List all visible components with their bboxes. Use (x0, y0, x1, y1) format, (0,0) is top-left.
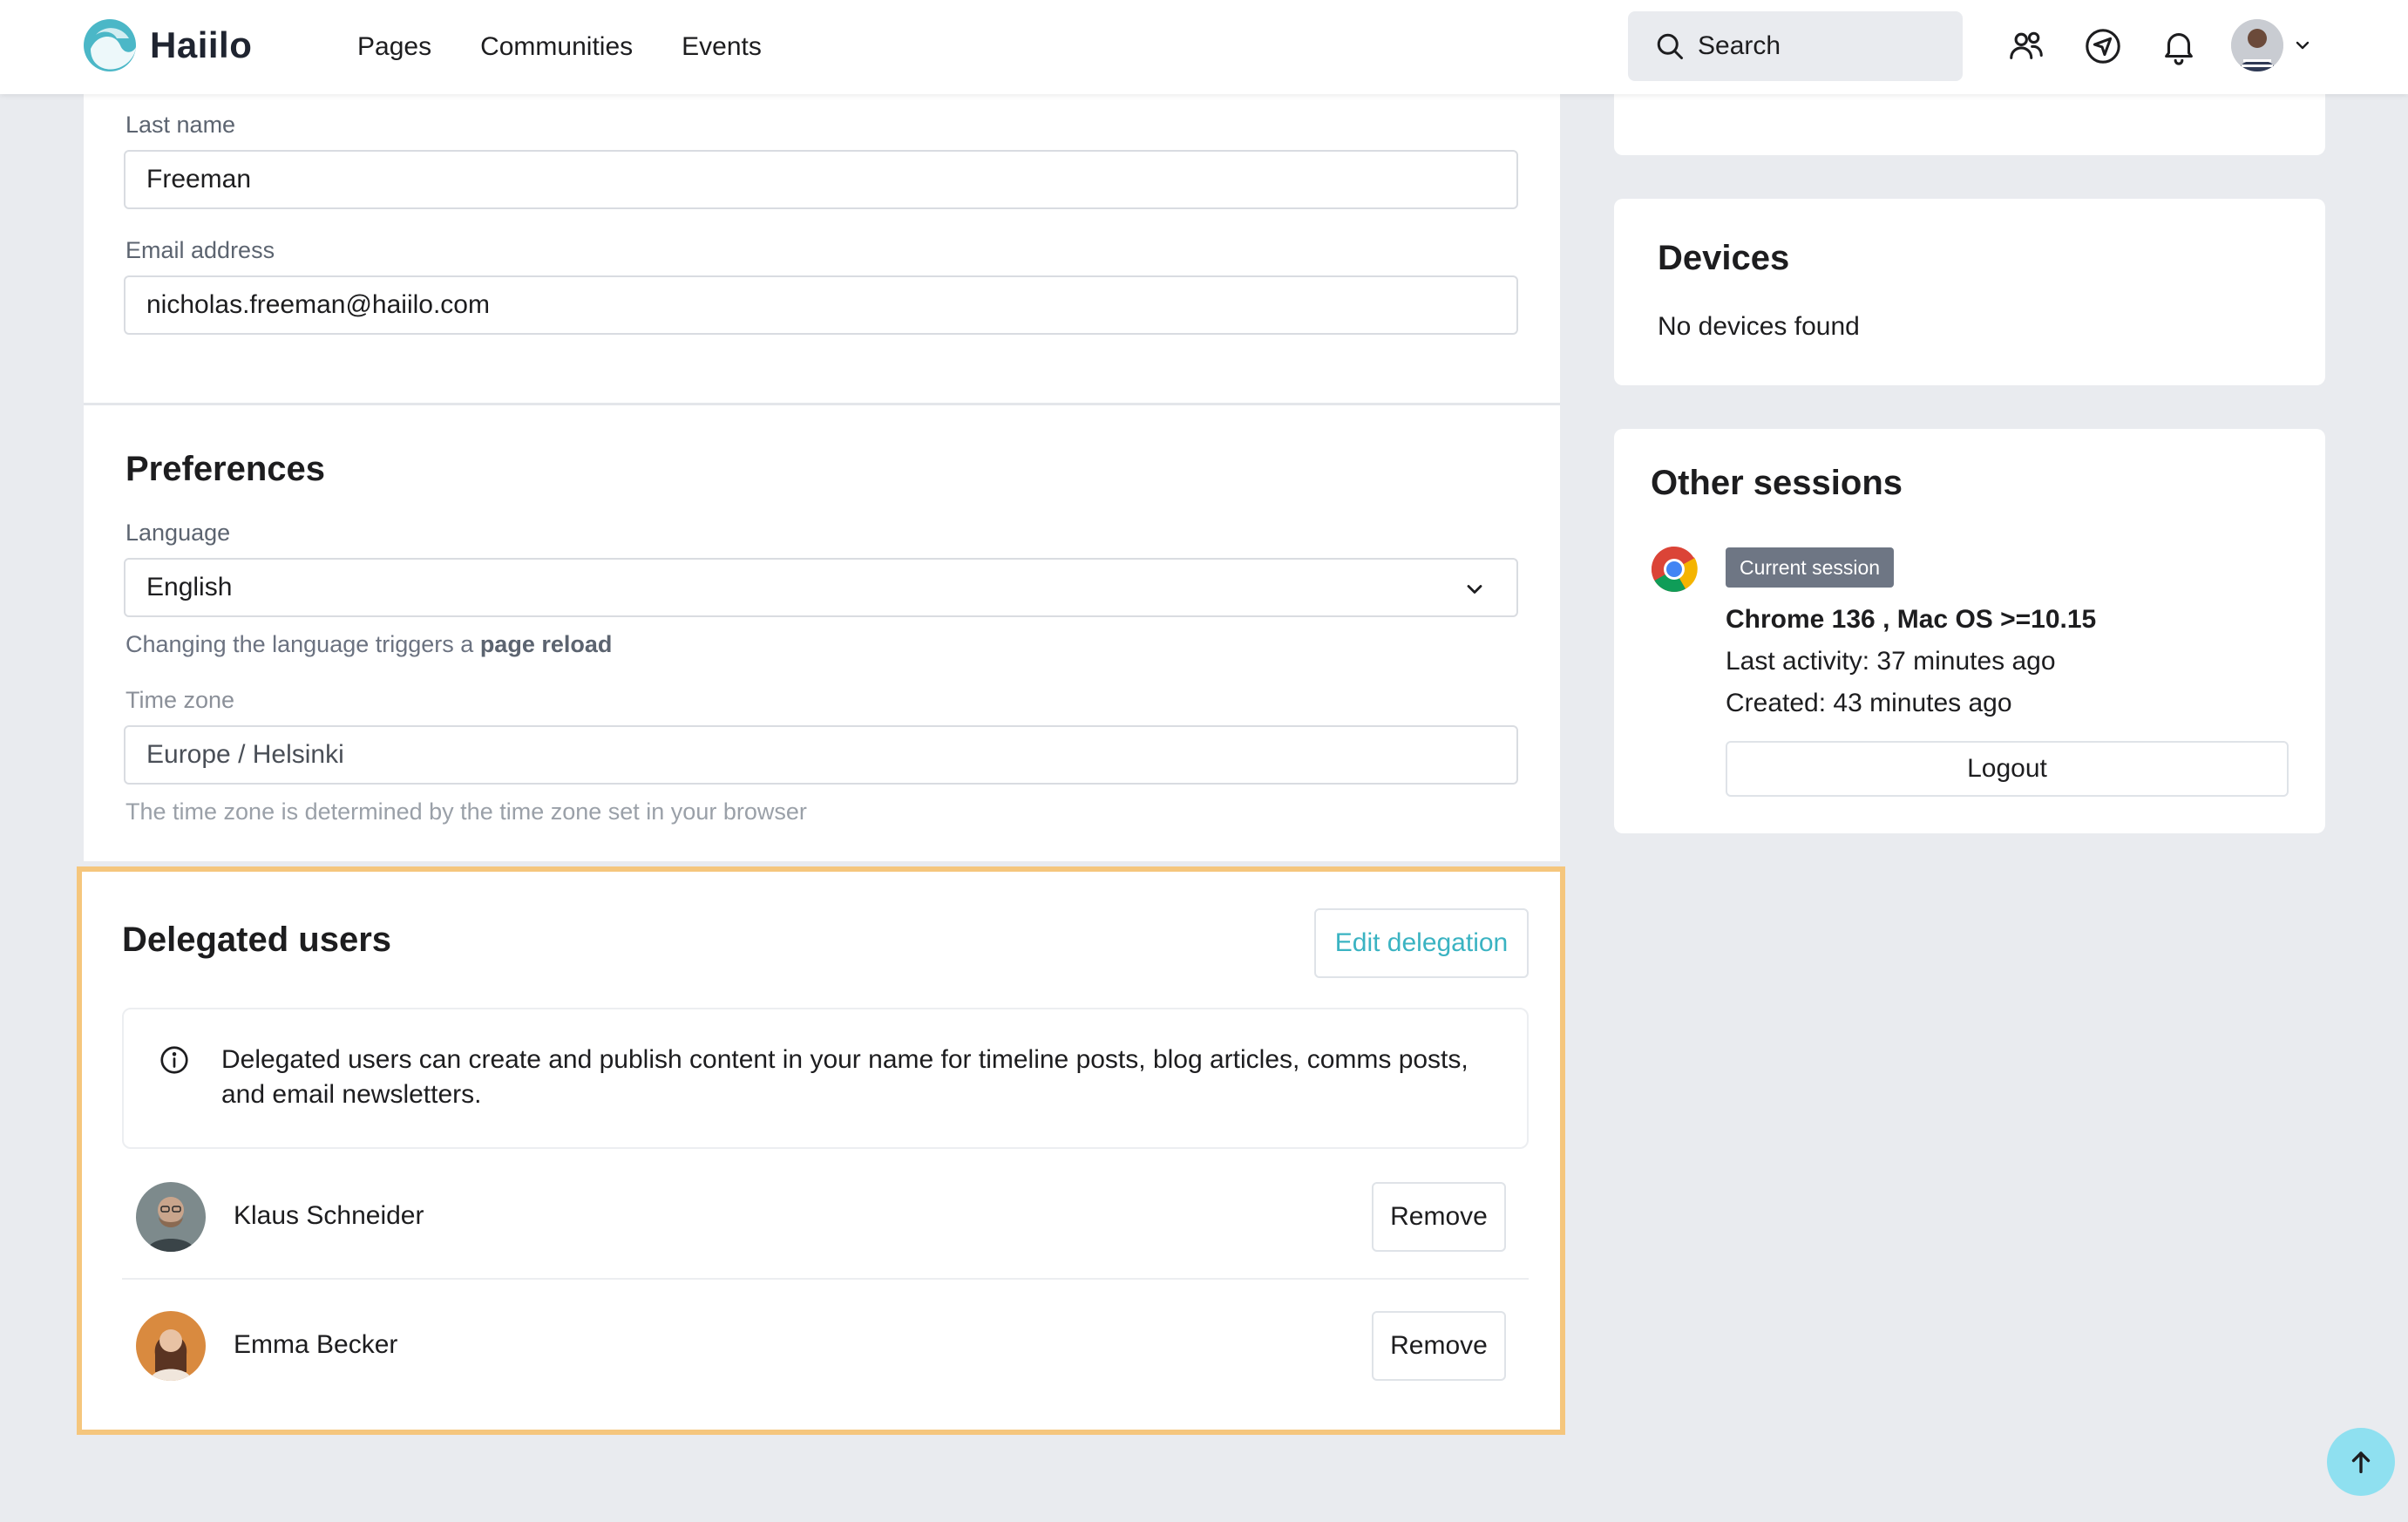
language-help-text: Changing the language triggers a (125, 631, 474, 657)
avatar (136, 1311, 206, 1381)
language-help: Changing the language triggers a page re… (125, 631, 612, 658)
chevron-down-icon[interactable] (2292, 35, 2313, 56)
info-icon (160, 1046, 188, 1074)
language-help-bold: page reload (479, 631, 613, 657)
timezone-label: Time zone (125, 687, 235, 713)
colleagues-icon[interactable] (2004, 24, 2048, 68)
session-last-activity: Last activity: 37 minutes ago (1726, 647, 2056, 676)
last-name-field[interactable]: Freeman (124, 150, 1518, 209)
section-divider (84, 403, 1560, 405)
devices-title: Devices (1658, 239, 1790, 277)
current-session-badge: Current session (1726, 547, 1895, 588)
logo-icon (84, 19, 136, 71)
delegated-users-title: Delegated users (122, 921, 392, 959)
search-placeholder: Search (1698, 31, 1781, 60)
search-box[interactable]: Search (1628, 11, 1963, 81)
sessions-card: Other sessions Current session Chrome 13… (1614, 429, 2325, 833)
preferences-title: Preferences (125, 450, 326, 488)
chevron-down-icon (1467, 585, 1482, 594)
timezone-help: The time zone is determined by the time … (125, 798, 807, 825)
timezone-value: Europe / Helsinki (146, 740, 344, 769)
delegated-user-name: Emma Becker (234, 1330, 398, 1359)
navigator-icon[interactable] (2081, 24, 2125, 68)
chrome-icon (1652, 547, 1698, 592)
email-label: Email address (125, 237, 275, 263)
user-avatar[interactable] (2231, 19, 2283, 71)
avatar (136, 1182, 206, 1252)
devices-card: Devices No devices found (1614, 199, 2325, 385)
session-browser: Chrome 136 , Mac OS >=10.15 (1726, 605, 2097, 634)
remove-user-button[interactable]: Remove (1372, 1182, 1506, 1252)
top-bar: Haiilo Pages Communities Events Search (0, 0, 2408, 94)
scroll-to-top-button[interactable] (2327, 1428, 2395, 1496)
last-name-value: Freeman (146, 165, 252, 194)
email-field[interactable]: nicholas.freeman@haiilo.com (124, 275, 1518, 335)
session-created: Created: 43 minutes ago (1726, 689, 2012, 717)
app-name: Haiilo (150, 24, 253, 65)
bell-icon[interactable] (2157, 24, 2201, 68)
devices-empty-text: No devices found (1658, 312, 1860, 341)
logo[interactable]: Haiilo (82, 17, 252, 73)
nav-item-pages[interactable]: Pages (357, 32, 431, 62)
delegated-user-row: Emma Becker Remove (122, 1281, 1529, 1409)
language-select[interactable]: English (124, 558, 1518, 617)
main-nav: Pages Communities Events (357, 0, 811, 94)
last-name-label: Last name (125, 112, 236, 138)
delegated-user-row: Klaus Schneider Remove (122, 1152, 1529, 1280)
email-value: nicholas.freeman@haiilo.com (146, 290, 490, 319)
arrow-up-icon (2351, 1451, 2371, 1474)
edit-delegation-button[interactable]: Edit delegation (1314, 908, 1529, 978)
logout-button[interactable]: Logout (1726, 741, 2289, 797)
language-value: English (146, 573, 233, 601)
delegation-info-box: Delegated users can create and publish c… (122, 1008, 1529, 1149)
profile-settings-card: Last name Freeman Email address nicholas… (84, 94, 1560, 861)
search-icon (1657, 33, 1683, 59)
nav-item-communities[interactable]: Communities (480, 32, 633, 62)
timezone-field: Europe / Helsinki (124, 725, 1518, 785)
delegated-users-section: Delegated users Edit delegation Delegate… (77, 866, 1565, 1435)
delegated-user-name: Klaus Schneider (234, 1201, 424, 1230)
remove-user-button[interactable]: Remove (1372, 1311, 1506, 1381)
delegation-info-text: Delegated users can create and publish c… (221, 1045, 1469, 1109)
language-label: Language (125, 520, 231, 546)
nav-item-events[interactable]: Events (682, 32, 762, 62)
sessions-title: Other sessions (1651, 464, 1903, 502)
